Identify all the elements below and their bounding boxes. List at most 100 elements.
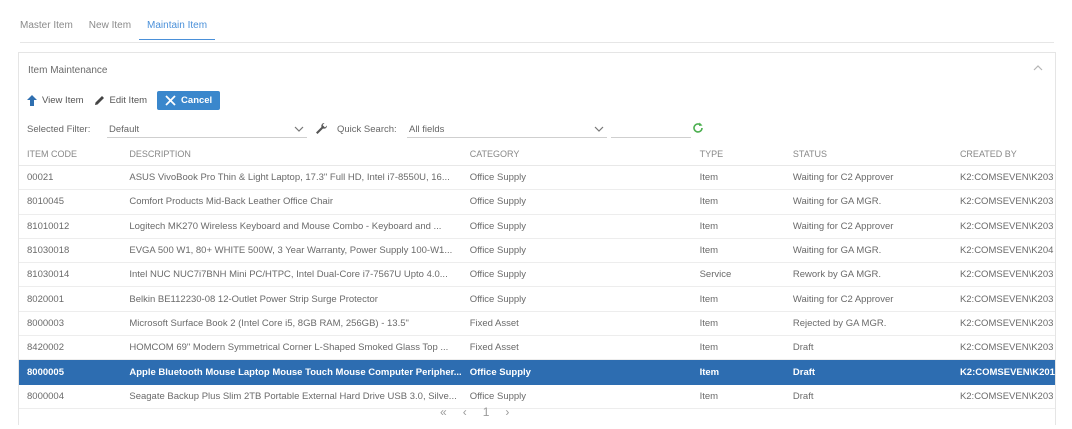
table-row[interactable]: 8000003 Microsoft Surface Book 2 (Intel C… [19, 311, 1055, 337]
tab-bar: Master Item New Item Maintain Item [20, 16, 216, 40]
edit-item-label: Edit Item [109, 95, 148, 106]
table-row[interactable]: 81010012 Logitech MK270 Wireless Keyboard… [19, 214, 1055, 239]
panel-title: Item Maintenance [28, 65, 108, 76]
cell-type: Item [691, 286, 785, 312]
quick-search-value: All fields [409, 124, 445, 135]
cell-description: HOMCOM 69" Modern Symmetrical Corner L-S… [121, 335, 462, 361]
cell-description: EVGA 500 W1, 80+ WHITE 500W, 3 Year Warr… [121, 238, 462, 264]
cell-type: Item [691, 214, 785, 239]
chevron-up-icon[interactable] [1031, 61, 1045, 75]
refresh-icon[interactable] [691, 121, 705, 135]
cell-item-code: 81010012 [19, 214, 122, 239]
col-header-type[interactable]: TYPE [691, 143, 785, 166]
table-row[interactable]: 81030018 EVGA 500 W1, 80+ WHITE 500W, 3 Y… [19, 238, 1055, 264]
quick-search-input[interactable] [611, 121, 691, 138]
view-item-button[interactable]: View Item [27, 95, 84, 106]
cell-item-code: 81030018 [19, 238, 122, 264]
cell-category: Fixed Asset [461, 311, 692, 337]
cell-category: Office Supply [461, 165, 692, 191]
cell-type: Item [691, 335, 785, 361]
wrench-icon[interactable] [315, 122, 328, 135]
cell-created-by: K2:COMSEVEN\K203 [951, 165, 1055, 191]
cell-item-code: 81030014 [19, 262, 122, 288]
cell-item-code: 8000005 [19, 359, 122, 385]
cell-category: Office Supply [461, 359, 692, 385]
table-row[interactable]: 00021 ASUS VivoBook Pro Thin & Light Lapt… [19, 165, 1055, 191]
next-page-button[interactable]: › [505, 405, 509, 419]
cell-item-code: 8000004 [19, 384, 122, 409]
cell-status: Waiting for C2 Approver [784, 214, 952, 239]
cell-type: Service [691, 262, 785, 288]
cell-description: Comfort Products Mid-Back Leather Office… [121, 189, 462, 215]
cancel-button[interactable]: Cancel [157, 91, 221, 110]
cell-type: Item [691, 311, 785, 337]
arrow-up-icon [27, 95, 37, 106]
table-body: 00021 ASUS VivoBook Pro Thin & Light Lapt… [19, 165, 1055, 409]
cell-status: Waiting for GA MGR. [784, 238, 952, 264]
cell-description: Seagate Backup Plus Slim 2TB Portable Ex… [121, 384, 462, 409]
edit-item-button[interactable]: Edit Item [94, 95, 148, 106]
cell-type: Item [691, 165, 785, 191]
tab-maintain-item[interactable]: Maintain Item [139, 16, 216, 40]
col-header-description[interactable]: DESCRIPTION [121, 143, 462, 166]
cell-created-by: K2:COMSEVEN\K203 [951, 286, 1055, 312]
cell-description: ASUS VivoBook Pro Thin & Light Laptop, 1… [121, 165, 462, 191]
cell-category: Office Supply [461, 286, 692, 312]
col-header-item-code[interactable]: ITEM CODE [19, 143, 122, 166]
table-header-row: ITEM CODE DESCRIPTION CATEGORY TYPE STAT… [19, 143, 1055, 166]
col-header-category[interactable]: CATEGORY [461, 143, 692, 166]
cell-created-by: K2:COMSEVEN\K203 [951, 189, 1055, 215]
view-item-label: View Item [42, 95, 84, 106]
current-page[interactable]: 1 [483, 405, 490, 419]
col-header-created-by[interactable]: CREATED BY [951, 143, 1055, 166]
pagination: « ‹ 1 › [440, 405, 509, 419]
close-icon [165, 95, 176, 106]
cell-type: Item [691, 189, 785, 215]
cell-created-by: K2:COMSEVEN\K203 [951, 214, 1055, 239]
table-row[interactable]: 81030014 Intel NUC NUC7i7BNH Mini PC/HTPC… [19, 262, 1055, 288]
items-table: ITEM CODE DESCRIPTION CATEGORY TYPE STAT… [19, 143, 1055, 409]
selected-filter-value: Default [109, 124, 140, 135]
first-page-button[interactable]: « [440, 405, 447, 419]
quick-search-label: Quick Search: [337, 124, 397, 135]
table-row[interactable]: 8010045 Comfort Products Mid-Back Leather… [19, 189, 1055, 215]
cell-description: Logitech MK270 Wireless Keyboard and Mou… [121, 214, 462, 239]
cell-category: Office Supply [461, 214, 692, 239]
table-row[interactable]: 8000005 Apple Bluetooth Mouse Laptop Mous… [19, 359, 1055, 385]
cell-status: Rework by GA MGR. [784, 262, 952, 288]
cell-description: Belkin BE112230-08 12-Outlet Power Strip… [121, 286, 462, 312]
cell-created-by: K2:COMSEVEN\K204 [951, 238, 1055, 264]
tab-new-item[interactable]: New Item [81, 16, 139, 40]
table-row[interactable]: 8420002 HOMCOM 69" Modern Symmetrical Cor… [19, 335, 1055, 361]
prev-page-button[interactable]: ‹ [463, 405, 467, 419]
filter-bar: Selected Filter: Default Quick Search: A… [27, 121, 707, 139]
pencil-icon [94, 96, 104, 105]
toolbar: View Item Edit Item Cancel [27, 91, 221, 110]
cell-created-by: K2:COMSEVEN\K203 [951, 311, 1055, 337]
selected-filter-dropdown[interactable]: Default [107, 121, 307, 138]
item-maintenance-panel: Item Maintenance View Item Edit Item Can… [18, 52, 1056, 425]
cell-category: Office Supply [461, 238, 692, 264]
cell-type: Item [691, 238, 785, 264]
table-row[interactable]: 8000004 Seagate Backup Plus Slim 2TB Port… [19, 384, 1055, 409]
cell-category: Office Supply [461, 189, 692, 215]
cell-status: Waiting for GA MGR. [784, 189, 952, 215]
quick-search-dropdown[interactable]: All fields [407, 121, 607, 138]
cell-created-by: K2:COMSEVEN\K201 [951, 359, 1055, 385]
chevron-down-icon [594, 126, 604, 132]
cell-created-by: K2:COMSEVEN\K203 [951, 335, 1055, 361]
selected-filter-label: Selected Filter: [27, 124, 91, 135]
cell-description: Microsoft Surface Book 2 (Intel Core i5,… [121, 311, 462, 337]
col-header-status[interactable]: STATUS [784, 143, 952, 166]
cell-category: Office Supply [461, 262, 692, 288]
cell-item-code: 8420002 [19, 335, 122, 361]
cell-type: Item [691, 384, 785, 409]
cell-item-code: 8000003 [19, 311, 122, 337]
cell-status: Waiting for C2 Approver [784, 286, 952, 312]
tab-master-item[interactable]: Master Item [20, 16, 81, 40]
cancel-label: Cancel [181, 95, 213, 106]
cell-item-code: 00021 [19, 165, 122, 191]
table-row[interactable]: 8020001 Belkin BE112230-08 12-Outlet Powe… [19, 286, 1055, 312]
cell-status: Waiting for C2 Approver [784, 165, 952, 191]
chevron-down-icon [294, 126, 304, 132]
